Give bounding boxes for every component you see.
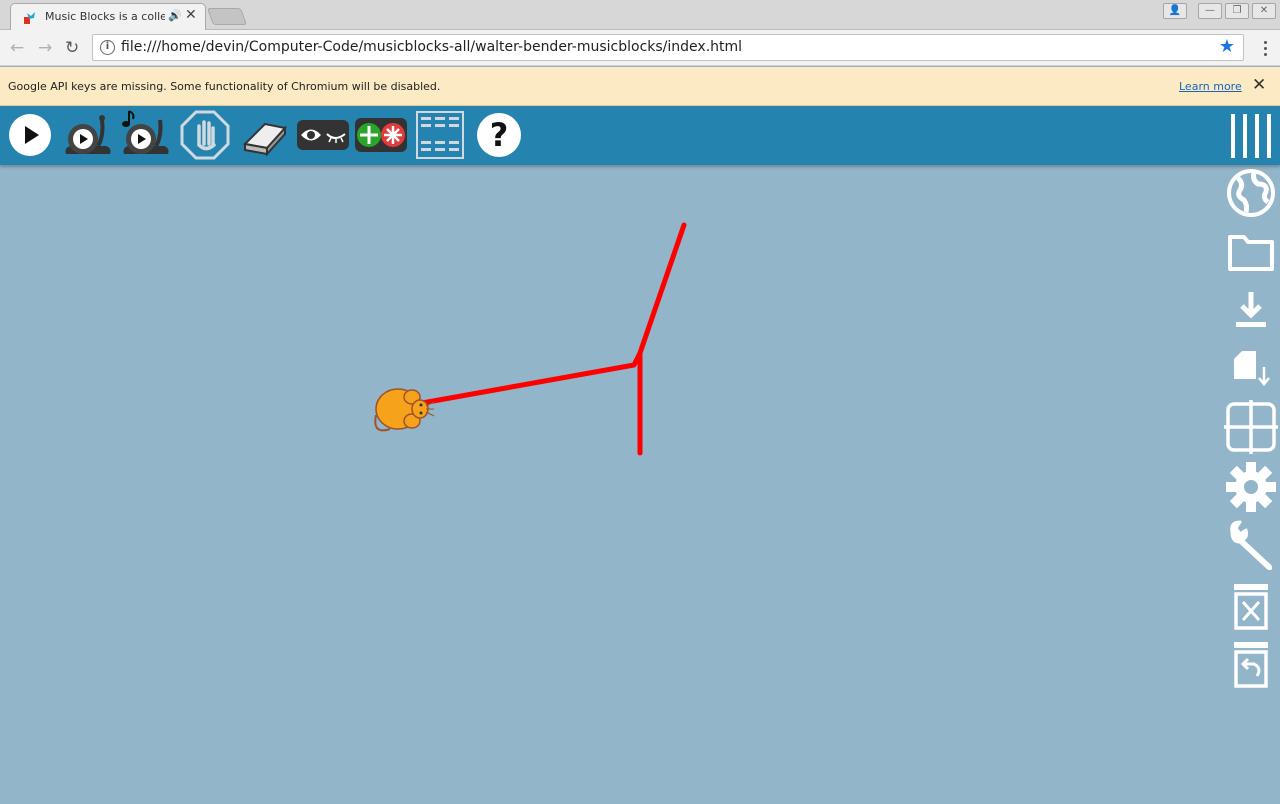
music-blocks-favicon-icon: [24, 12, 35, 24]
grid-icon: [1224, 400, 1278, 454]
browser-toolbar: ← → ↻ i file:///home/devin/Computer-Code…: [0, 30, 1280, 66]
restore-icon: [1234, 642, 1268, 688]
clear-button[interactable]: [237, 108, 291, 162]
collapse-blocks-icon: [355, 118, 407, 152]
delete-button[interactable]: [1224, 580, 1278, 634]
stop-icon: [180, 110, 230, 160]
play-icon: [9, 114, 51, 156]
reload-icon[interactable]: ↻: [65, 38, 79, 58]
stop-button[interactable]: [178, 108, 232, 162]
infobar-message: Google API keys are missing. Some functi…: [8, 80, 441, 93]
grid-button[interactable]: [1224, 400, 1278, 454]
palette-grid-button[interactable]: [413, 108, 467, 162]
help-button[interactable]: ?: [472, 108, 526, 162]
settings-icon: [1226, 462, 1276, 512]
open-file-icon: [1228, 235, 1274, 271]
main-menu-button[interactable]: [1224, 108, 1278, 162]
learn-more-link[interactable]: Learn more: [1179, 80, 1242, 93]
drawing-surface: [374, 222, 687, 456]
delete-icon: [1234, 584, 1268, 630]
minimize-button[interactable]: —: [1198, 3, 1222, 19]
planet-button[interactable]: [1224, 166, 1278, 220]
new-file-button[interactable]: [1224, 343, 1278, 397]
tools-icon: [1230, 520, 1273, 571]
run-slow-button[interactable]: [60, 108, 114, 162]
hide-blocks-icon: [297, 120, 349, 150]
info-icon[interactable]: i: [100, 40, 115, 55]
pen-trail: [419, 222, 687, 456]
turtle-canvas[interactable]: [0, 165, 1280, 800]
svg-text:?: ?: [490, 116, 509, 154]
forward-arrow-icon[interactable]: →: [38, 38, 52, 58]
back-arrow-icon[interactable]: ←: [10, 38, 24, 58]
hide-blocks-button[interactable]: [295, 108, 351, 162]
new-file-icon: [1234, 351, 1270, 386]
speaker-icon[interactable]: 🔊: [168, 9, 182, 22]
tools-button[interactable]: [1224, 518, 1278, 572]
planet-icon: [1227, 169, 1275, 217]
infobar-close-icon[interactable]: ✕: [1252, 75, 1266, 95]
run-slow-icon: [65, 115, 111, 154]
settings-button[interactable]: [1224, 460, 1278, 514]
tab-close-icon[interactable]: ✕: [185, 7, 197, 23]
save-icon: [1236, 292, 1266, 327]
hamburger-icon: [1231, 114, 1271, 158]
play-button[interactable]: [3, 108, 57, 162]
close-window-button[interactable]: ✕: [1252, 3, 1276, 19]
restore-window-button[interactable]: ❐: [1225, 3, 1249, 19]
new-tab-button[interactable]: [206, 8, 248, 25]
browser-tab[interactable]: Music Blocks is a collection 🔊 ✕: [10, 3, 206, 30]
collapse-blocks-button[interactable]: [354, 108, 408, 162]
clear-icon: [242, 122, 287, 157]
run-music-slow-button[interactable]: [118, 108, 172, 162]
open-file-button[interactable]: [1224, 225, 1278, 279]
url-text[interactable]: file:///home/devin/Computer-Code/musicbl…: [121, 39, 742, 55]
api-key-infobar: Google API keys are missing. Some functi…: [0, 67, 1280, 106]
music-blocks-toolbar: ?: [0, 106, 1280, 165]
browser-menu-icon[interactable]: [1264, 41, 1268, 59]
address-bar[interactable]: i file:///home/devin/Computer-Code/music…: [92, 34, 1244, 61]
run-music-slow-icon: [122, 110, 169, 154]
bookmark-star-icon[interactable]: ★: [1219, 36, 1235, 57]
user-profile-icon[interactable]: 👤: [1163, 3, 1187, 19]
save-button[interactable]: [1224, 284, 1278, 338]
restore-button[interactable]: [1224, 638, 1278, 692]
mouse-icon[interactable]: [374, 388, 435, 432]
help-icon: ?: [477, 113, 521, 157]
tab-strip: Music Blocks is a collection 🔊 ✕ 👤 — ❐ ✕: [0, 0, 1280, 30]
tab-title: Music Blocks is a collection: [45, 10, 165, 23]
palette-grid-icon: [416, 111, 464, 159]
